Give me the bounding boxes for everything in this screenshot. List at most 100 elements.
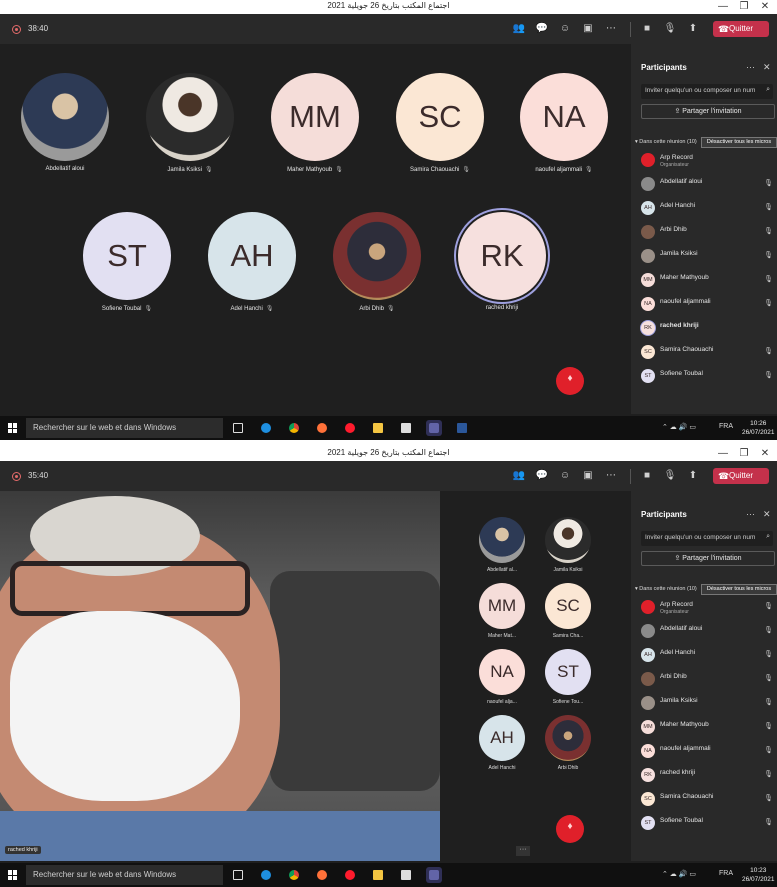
participant-row[interactable]: ST Sofiene Toubal 🎙 — [641, 814, 777, 834]
participant-row[interactable]: SC Samira Chaouachi 🎙 — [641, 343, 777, 363]
mic-off-icon[interactable]: 🎙 — [663, 469, 677, 483]
spotlight-video[interactable]: rached khriji — [0, 491, 440, 861]
participant-row[interactable]: ST Sofiene Toubal 🎙 — [641, 367, 777, 387]
participant-row[interactable]: SC Samira Chaouachi 🎙 — [641, 790, 777, 810]
gallery-tile[interactable]: Arbi Dhib — [538, 715, 598, 771]
in-meeting-section[interactable]: ▾ Dans cette réunion (10) — [635, 139, 697, 145]
participant-row[interactable]: MM Maher Mathyoub 🎙 — [641, 271, 777, 291]
leave-button[interactable]: ☎ Quitter — [713, 468, 769, 484]
participant-tile[interactable]: SC Samira Chaouachi 🎙 — [385, 73, 495, 173]
participant-tile-speaking[interactable]: RK rached khriji — [447, 212, 557, 311]
self-video-button[interactable] — [556, 367, 584, 395]
participant-tile[interactable]: Arbi Dhib 🎙 — [322, 212, 432, 312]
participant-row[interactable]: NA naoufel aljammali 🎙 — [641, 295, 777, 315]
task-view-icon[interactable] — [230, 420, 246, 436]
share-invite-button[interactable]: ⇪ Partager l'invitation — [641, 551, 775, 566]
participant-row[interactable]: Arbi Dhib 🎙 — [641, 670, 777, 690]
participant-tile[interactable]: Jamila Ksiksi 🎙 — [135, 73, 245, 173]
edge-icon[interactable] — [258, 867, 274, 883]
chat-icon[interactable]: 💬 — [535, 22, 549, 36]
share-icon[interactable]: ⬆ — [686, 469, 700, 483]
restore-button[interactable]: ❐ — [735, 0, 753, 13]
teams-icon[interactable] — [426, 420, 442, 436]
people-icon[interactable]: 👥 — [512, 469, 526, 483]
opera-icon[interactable] — [342, 420, 358, 436]
participant-row[interactable]: Jamila Ksiksi 🎙 — [641, 247, 777, 267]
invite-input[interactable]: Inviter quelqu'un ou composer un num ⌕ — [641, 84, 773, 99]
mic-off-icon[interactable]: 🎙 — [663, 22, 677, 36]
participant-row[interactable]: Jamila Ksiksi 🎙 — [641, 694, 777, 714]
word-icon[interactable] — [454, 420, 470, 436]
invite-input[interactable]: Inviter quelqu'un ou composer un num ⌕ — [641, 531, 773, 546]
reactions-icon[interactable]: ☺ — [558, 22, 572, 36]
more-icon[interactable]: ⋯ — [604, 22, 618, 36]
share-invite-button[interactable]: ⇪ Partager l'invitation — [641, 104, 775, 119]
firefox-icon[interactable] — [314, 867, 330, 883]
close-window-button[interactable]: ✕ — [756, 0, 774, 13]
participant-row[interactable]: Abdellatif aloui 🎙 — [641, 175, 777, 195]
gallery-tile[interactable]: AH Adel Hanchi — [472, 715, 532, 771]
edge-icon[interactable] — [258, 420, 274, 436]
task-view-icon[interactable] — [230, 867, 246, 883]
participant-row[interactable]: AH Adel Hanchi 🎙 — [641, 646, 777, 666]
participant-row[interactable]: Arp Record Organisateur — [641, 151, 777, 171]
minimize-button[interactable]: — — [714, 0, 732, 13]
taskbar-clock[interactable]: 10:23 26/07/2021 — [742, 866, 775, 884]
gallery-tile[interactable]: ST Sofiene Tou... — [538, 649, 598, 705]
panel-close-button[interactable]: ✕ — [763, 509, 771, 520]
system-tray-icons[interactable]: ⌃ ☁ 🔊 ▭ — [662, 423, 696, 431]
self-video-button[interactable] — [556, 815, 584, 843]
participant-row[interactable]: RK rached khriji — [641, 319, 777, 339]
participant-row[interactable]: MM Maher Mathyoub 🎙 — [641, 718, 777, 738]
store-icon[interactable] — [398, 420, 414, 436]
participant-tile[interactable]: MM Maher Mathyoub 🎙 — [260, 73, 370, 173]
gallery-tile[interactable]: NA naoufel alja... — [472, 649, 532, 705]
chrome-icon[interactable] — [286, 867, 302, 883]
camera-icon[interactable]: ■ — [640, 22, 654, 36]
panel-more-button[interactable]: ··· — [746, 62, 755, 72]
taskbar-clock[interactable]: 10:26 26/07/2021 — [742, 419, 775, 437]
participant-tile[interactable]: Abdellatif aloui — [10, 73, 120, 172]
leave-button[interactable]: ☎ Quitter — [713, 21, 769, 37]
gallery-tile[interactable]: Jamila Ksiksi — [538, 517, 598, 573]
close-window-button[interactable]: ✕ — [756, 447, 774, 460]
chat-icon[interactable]: 💬 — [535, 469, 549, 483]
mute-all-button[interactable]: Désactiver tous les micros — [701, 137, 777, 148]
people-icon[interactable]: 👥 — [512, 22, 526, 36]
panel-more-button[interactable]: ··· — [746, 509, 755, 519]
participant-tile[interactable]: NA naoufel aljammali 🎙 — [509, 73, 619, 173]
file-explorer-icon[interactable] — [370, 420, 386, 436]
start-button[interactable] — [8, 870, 18, 880]
camera-icon[interactable]: ■ — [640, 469, 654, 483]
store-icon[interactable] — [398, 867, 414, 883]
more-icon[interactable]: ⋯ — [604, 469, 618, 483]
participant-tile[interactable]: ST Sofiene Toubal 🎙 — [72, 212, 182, 312]
panel-close-button[interactable]: ✕ — [763, 62, 771, 73]
opera-icon[interactable] — [342, 867, 358, 883]
system-tray-icons[interactable]: ⌃ ☁ 🔊 ▭ — [662, 870, 696, 878]
minimize-button[interactable]: — — [714, 447, 732, 460]
restore-button[interactable]: ❐ — [735, 447, 753, 460]
firefox-icon[interactable] — [314, 420, 330, 436]
teams-icon[interactable] — [426, 867, 442, 883]
gallery-tile[interactable]: SC Samira Cha... — [538, 583, 598, 639]
language-indicator[interactable]: FRA — [719, 870, 733, 877]
mute-all-button[interactable]: Désactiver tous les micros — [701, 584, 777, 595]
participant-row[interactable]: Arp Record Organisateur 🎙 — [641, 598, 777, 618]
file-explorer-icon[interactable] — [370, 867, 386, 883]
taskbar-search[interactable]: Rechercher sur le web et dans Windows — [26, 418, 223, 438]
language-indicator[interactable]: FRA — [719, 423, 733, 430]
participant-row[interactable]: NA naoufel aljammali 🎙 — [641, 742, 777, 762]
gallery-tile[interactable]: MM Maher Mat... — [472, 583, 532, 639]
in-meeting-section[interactable]: ▾ Dans cette réunion (10) — [635, 586, 697, 592]
share-icon[interactable]: ⬆ — [686, 22, 700, 36]
chrome-icon[interactable] — [286, 420, 302, 436]
participant-tile[interactable]: AH Adel Hanchi 🎙 — [197, 212, 307, 312]
start-button[interactable] — [8, 423, 18, 433]
gallery-tile[interactable]: Abdellatif al... — [472, 517, 532, 573]
participant-row[interactable]: Arbi Dhib 🎙 — [641, 223, 777, 243]
taskbar-search[interactable]: Rechercher sur le web et dans Windows — [26, 865, 223, 885]
share-tray-icon[interactable]: ▣ — [581, 22, 595, 36]
reactions-icon[interactable]: ☺ — [558, 469, 572, 483]
participant-row[interactable]: Abdellatif aloui 🎙 — [641, 622, 777, 642]
